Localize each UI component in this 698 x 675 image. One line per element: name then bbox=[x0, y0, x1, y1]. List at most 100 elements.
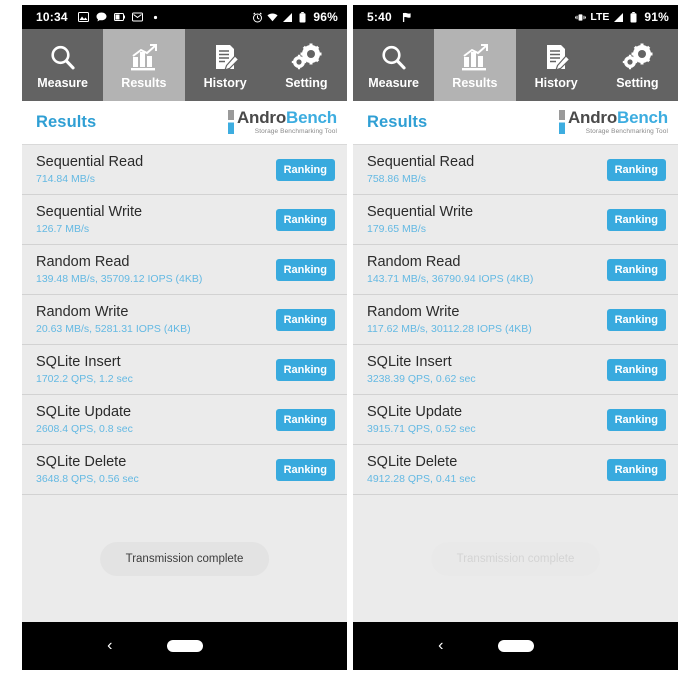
ranking-button[interactable]: Ranking bbox=[275, 308, 335, 331]
table-row[interactable]: Sequential Write 126.7 MB/s Ranking bbox=[22, 195, 347, 245]
result-title: SQLite Update bbox=[367, 403, 463, 420]
androbench-logo: AndroBench Storage Benchmarking Tool bbox=[558, 109, 668, 136]
results-list: Sequential Read 758.86 MB/s Ranking Sequ… bbox=[353, 145, 678, 622]
result-value: 758.86 MB/s bbox=[367, 172, 426, 185]
result-title: SQLite Delete bbox=[367, 453, 458, 470]
left-phone-screenshot: 10:34 96% Measure Results History Settin… bbox=[22, 5, 347, 670]
table-row[interactable]: SQLite Delete 4912.28 QPS, 0.41 sec Rank… bbox=[353, 445, 678, 495]
tab-label-measure: Measure bbox=[37, 75, 88, 90]
ranking-button[interactable]: Ranking bbox=[275, 458, 335, 481]
status-bar-notification-icons bbox=[402, 12, 413, 23]
row-texts: SQLite Insert 3238.39 QPS, 0.62 sec bbox=[367, 354, 607, 386]
table-row[interactable]: Sequential Read 714.84 MB/s Ranking bbox=[22, 145, 347, 195]
table-row[interactable]: Sequential Read 758.86 MB/s Ranking bbox=[353, 145, 678, 195]
result-title: Random Read bbox=[367, 253, 461, 270]
document-pen-icon bbox=[210, 40, 240, 73]
result-title: SQLite Insert bbox=[36, 353, 121, 370]
tab-setting[interactable]: Setting bbox=[265, 29, 347, 101]
tab-measure[interactable]: Measure bbox=[353, 29, 435, 101]
ranking-button[interactable]: Ranking bbox=[275, 358, 335, 381]
ranking-button[interactable]: Ranking bbox=[275, 158, 335, 181]
screenshot-root: 10:34 96% Measure Results History Settin… bbox=[0, 0, 698, 675]
network-type-label: LTE bbox=[590, 11, 610, 23]
logo-andro: Andro bbox=[236, 108, 287, 127]
battery-percent-label: 91% bbox=[644, 10, 669, 24]
tab-history[interactable]: History bbox=[515, 29, 597, 101]
row-texts: Sequential Read 714.84 MB/s bbox=[36, 154, 276, 186]
tab-bar: Measure Results History Setting bbox=[353, 29, 678, 101]
home-pill-icon[interactable] bbox=[166, 640, 203, 652]
row-texts: Sequential Read 758.86 MB/s bbox=[367, 154, 607, 186]
android-nav-bar: ‹ bbox=[353, 622, 678, 670]
result-title: Random Write bbox=[367, 303, 460, 320]
alarm-icon bbox=[252, 12, 263, 23]
tab-label-setting: Setting bbox=[285, 75, 328, 90]
gears-icon bbox=[290, 40, 322, 73]
result-value: 20.63 MB/s, 5281.31 IOPS (4KB) bbox=[36, 322, 191, 335]
table-row[interactable]: Sequential Write 179.65 MB/s Ranking bbox=[353, 195, 678, 245]
image-icon bbox=[77, 12, 89, 23]
page-title: Results bbox=[36, 113, 97, 131]
logo-subtitle: Storage Benchmarking Tool bbox=[254, 128, 337, 135]
row-texts: SQLite Update 2608.4 QPS, 0.8 sec bbox=[36, 404, 276, 436]
magnifier-icon bbox=[379, 40, 409, 73]
back-chevron-icon[interactable]: ‹ bbox=[438, 638, 443, 654]
ranking-button[interactable]: Ranking bbox=[606, 258, 666, 281]
table-row[interactable]: Random Read 139.48 MB/s, 35709.12 IOPS (… bbox=[22, 245, 347, 295]
ranking-button[interactable]: Ranking bbox=[275, 258, 335, 281]
home-pill-icon[interactable] bbox=[497, 640, 534, 652]
row-texts: Random Write 20.63 MB/s, 5281.31 IOPS (4… bbox=[36, 304, 276, 336]
result-value: 179.65 MB/s bbox=[367, 222, 426, 235]
result-value: 139.48 MB/s, 35709.12 IOPS (4KB) bbox=[36, 272, 203, 285]
status-bar-system-icons: LTE 91% bbox=[575, 10, 669, 24]
result-value: 126.7 MB/s bbox=[36, 222, 90, 235]
result-value: 3238.39 QPS, 0.62 sec bbox=[367, 372, 476, 385]
table-row[interactable]: SQLite Delete 3648.8 QPS, 0.56 sec Ranki… bbox=[22, 445, 347, 495]
status-bar-system-icons: 96% bbox=[252, 10, 338, 24]
table-row[interactable]: Random Read 143.71 MB/s, 36790.94 IOPS (… bbox=[353, 245, 678, 295]
result-title: SQLite Insert bbox=[367, 353, 452, 370]
ranking-button[interactable]: Ranking bbox=[606, 408, 666, 431]
back-chevron-icon[interactable]: ‹ bbox=[107, 638, 112, 654]
result-title: Random Write bbox=[36, 303, 129, 320]
result-title: SQLite Update bbox=[36, 403, 132, 420]
tab-history[interactable]: History bbox=[184, 29, 266, 101]
result-title: SQLite Delete bbox=[36, 453, 127, 470]
row-texts: Sequential Write 179.65 MB/s bbox=[367, 204, 607, 236]
ranking-button[interactable]: Ranking bbox=[606, 158, 666, 181]
toast-message: Transmission complete bbox=[430, 542, 601, 576]
tab-label-measure: Measure bbox=[368, 75, 419, 90]
table-row[interactable]: SQLite Update 3915.71 QPS, 0.52 sec Rank… bbox=[353, 395, 678, 445]
mail-icon bbox=[131, 12, 143, 23]
table-row[interactable]: SQLite Insert 1702.2 QPS, 1.2 sec Rankin… bbox=[22, 345, 347, 395]
right-phone-screenshot: 5:40 LTE 91% Measure Results History Set… bbox=[353, 5, 678, 670]
table-row[interactable]: SQLite Update 2608.4 QPS, 0.8 sec Rankin… bbox=[22, 395, 347, 445]
logo-wordmark: AndroBench bbox=[568, 109, 668, 127]
tab-results[interactable]: Results bbox=[434, 29, 516, 101]
ranking-button[interactable]: Ranking bbox=[606, 458, 666, 481]
tab-label-results: Results bbox=[452, 75, 498, 90]
dot-icon bbox=[150, 12, 161, 23]
tab-results[interactable]: Results bbox=[103, 29, 185, 101]
ranking-button[interactable]: Ranking bbox=[606, 308, 666, 331]
gears-icon bbox=[621, 40, 653, 73]
page-header: Results AndroBench Storage Benchmarking … bbox=[353, 101, 678, 145]
flag-icon bbox=[402, 12, 413, 23]
tab-measure[interactable]: Measure bbox=[22, 29, 104, 101]
table-row[interactable]: SQLite Insert 3238.39 QPS, 0.62 sec Rank… bbox=[353, 345, 678, 395]
ranking-button[interactable]: Ranking bbox=[606, 208, 666, 231]
ranking-button[interactable]: Ranking bbox=[275, 208, 335, 231]
logo-subtitle: Storage Benchmarking Tool bbox=[585, 128, 668, 135]
result-title: Sequential Read bbox=[367, 153, 475, 170]
toast-message: Transmission complete bbox=[99, 542, 270, 576]
table-row[interactable]: Random Write 20.63 MB/s, 5281.31 IOPS (4… bbox=[22, 295, 347, 345]
ranking-button[interactable]: Ranking bbox=[606, 358, 666, 381]
wifi-icon bbox=[267, 12, 278, 23]
result-value: 2608.4 QPS, 0.8 sec bbox=[36, 422, 133, 435]
ranking-button[interactable]: Ranking bbox=[275, 408, 335, 431]
results-list: Sequential Read 714.84 MB/s Ranking Sequ… bbox=[22, 145, 347, 622]
result-title: Sequential Read bbox=[36, 153, 144, 170]
tab-label-history: History bbox=[534, 75, 578, 90]
tab-setting[interactable]: Setting bbox=[596, 29, 678, 101]
table-row[interactable]: Random Write 117.62 MB/s, 30112.28 IOPS … bbox=[353, 295, 678, 345]
